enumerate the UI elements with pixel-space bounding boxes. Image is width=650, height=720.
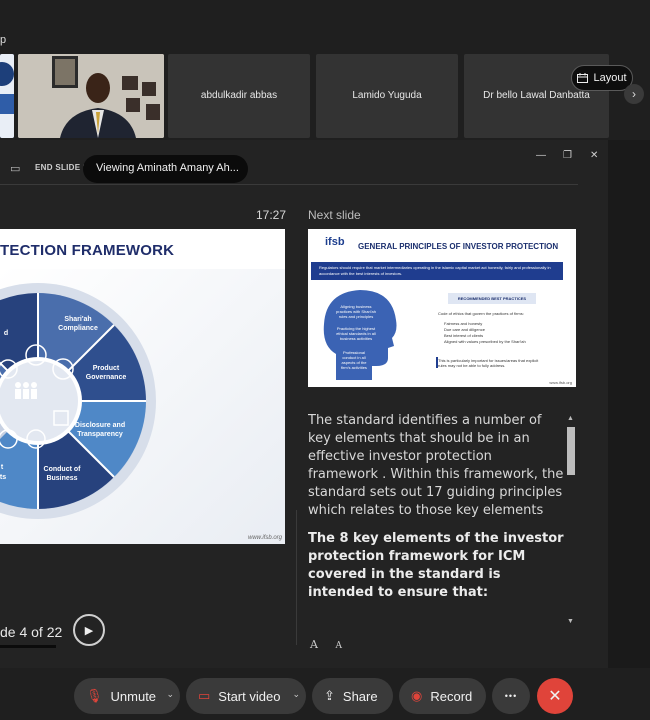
leave-meeting-button[interactable]: ✕ (537, 678, 573, 714)
meeting-toolbar: 🎙 Unmute ⌄ ▭ Start video ⌄ ⇪ Share ◉ Rec… (0, 668, 650, 720)
scroll-up-icon[interactable]: ▲ (567, 415, 574, 422)
next-slide-url: www.ifsb.org (549, 380, 572, 385)
chevron-down-icon[interactable]: ⌄ (292, 689, 300, 700)
record-button[interactable]: ◉ Record (399, 678, 486, 714)
head-line-3d: firm's activities (341, 365, 367, 370)
segment-label-partial-1: d (4, 330, 8, 337)
participant-name: abdulkadir abbas (200, 90, 278, 101)
next-slide-band: Regulators should require that market in… (311, 262, 563, 280)
restore-icon[interactable]: ❐ (563, 150, 572, 161)
unmute-button[interactable]: 🎙 Unmute ⌄ (74, 678, 180, 714)
panel-divider (296, 510, 297, 645)
list-item: Aligned with values prescribed by the Sh… (444, 339, 526, 344)
title-bar: p (0, 0, 650, 52)
segment-label-shariah: Shari'ah (64, 316, 91, 323)
speaker-video-image (18, 54, 164, 138)
participant-name: Dr bello Lawal Danbatta (483, 90, 590, 101)
record-label: Record (430, 688, 473, 704)
segment-label-partial-3: ts (0, 474, 6, 481)
ifsb-logo: ifsb (325, 236, 345, 248)
unmute-label: Unmute (110, 688, 157, 704)
video-off-icon: ▭ (198, 688, 211, 703)
close-icon: ✕ (548, 688, 562, 705)
notes-scrollbar-thumb[interactable] (567, 427, 575, 475)
share-label: Share (342, 688, 378, 704)
segment-label-disclosure: Disclosure and (75, 422, 125, 429)
segment-label-governance: Governance (86, 374, 127, 381)
close-icon[interactable]: ✕ (590, 150, 598, 161)
ethics-list: Fairness and honesty Due care and dilige… (444, 321, 526, 345)
right-edge-panel (608, 140, 650, 668)
viewing-indicator[interactable]: Viewing Aminath Amany Ah... (83, 155, 248, 183)
partial-video-image (0, 54, 14, 138)
chevron-down-icon[interactable]: ⌄ (166, 689, 174, 700)
start-video-button[interactable]: ▭ Start video ⌄ (186, 678, 306, 714)
font-size-controls: A A (310, 638, 356, 651)
next-slide-preview[interactable]: ifsb GENERAL PRINCIPLES OF INVESTOR PROT… (308, 229, 576, 387)
shared-screen: ▭ END SLIDE SI Viewing Aminath Amany Ah.… (0, 140, 608, 668)
share-icon: ⇪ (324, 688, 335, 703)
play-icon[interactable]: ▶ (73, 614, 105, 646)
segment-label-compliance: Compliance (58, 325, 98, 332)
participant-strip: abdulkadir abbas Lamido Yuguda Dr bello … (0, 52, 650, 140)
current-slide: TECTION FRAMEWORK Shari'ah Compliance Pr… (0, 229, 285, 544)
segment-label-business: Business (46, 475, 77, 482)
participant-tile-partial[interactable] (0, 54, 14, 138)
next-slide-note: This is particularly important for issue… (438, 358, 539, 368)
framework-wheel: Shari'ah Compliance Product Governance D… (0, 269, 285, 544)
minimize-icon[interactable]: — (536, 150, 546, 161)
decrease-font-button[interactable]: A (335, 641, 342, 651)
more-options-button[interactable]: ••• (492, 678, 530, 714)
participant-tile-lamido[interactable]: Lamido Yuguda (316, 54, 458, 138)
increase-font-button[interactable]: A (310, 638, 318, 651)
segment-label-product: Product (93, 365, 120, 372)
next-slide-label: Next slide (308, 208, 361, 222)
zoom-meeting-window: p abdulkadir abbas Lamido Yuguda Dr bell… (0, 0, 650, 720)
calendar-icon (577, 73, 589, 83)
participant-name: Lamido Yuguda (352, 90, 422, 101)
scroll-down-icon[interactable]: ▼ (567, 618, 574, 625)
notes-paragraph-1: The standard identifies a number of key … (308, 413, 564, 518)
start-video-label: Start video (218, 688, 281, 704)
presenter-timer: 17:27 (256, 208, 287, 222)
head-silhouette-image: Aligning business practices with Shari'a… (323, 290, 397, 380)
divider (0, 184, 578, 185)
slide-footer-url: www.ifsb.org (247, 535, 282, 541)
slide-progress-bar (0, 645, 56, 648)
record-icon: ◉ (411, 688, 423, 703)
segment-label-conduct: Conduct of (44, 466, 82, 473)
slide-heading: TECTION FRAMEWORK (0, 242, 175, 259)
speaker-notes[interactable]: The standard identifies a number of key … (308, 412, 564, 642)
head-line-2c: business activities (340, 336, 372, 341)
notes-paragraph-2: The 8 key elements of the investor prote… (308, 531, 564, 600)
recommended-practices-label: RECOMMENDED BEST PRACTICES (448, 293, 536, 304)
head-line-1c: rules and principles (339, 314, 373, 319)
slide-counter: de 4 of 22 (0, 624, 63, 640)
share-button[interactable]: ⇪ Share (312, 678, 393, 714)
microphone-muted-icon: 🎙 (86, 688, 103, 703)
next-slide-title: GENERAL PRINCIPLES OF INVESTOR PROTECTIO… (358, 242, 559, 251)
code-of-ethics-line: Code of ethics that govern the practices… (438, 311, 524, 316)
share-header: ▭ END SLIDE SI Viewing Aminath Amany Ah.… (0, 140, 608, 183)
layout-button[interactable]: Layout (571, 65, 633, 91)
participant-tile-abdulkadir[interactable]: abdulkadir abbas (168, 54, 310, 138)
chevron-right-icon[interactable]: › (624, 84, 644, 104)
segment-label-transparency: Transparency (77, 431, 123, 438)
layout-label: Layout (593, 72, 627, 84)
participant-tile-video[interactable] (18, 54, 164, 138)
more-icon: ••• (504, 691, 518, 701)
monitor-icon[interactable]: ▭ (10, 162, 20, 175)
app-title-fragment: p (0, 34, 7, 46)
